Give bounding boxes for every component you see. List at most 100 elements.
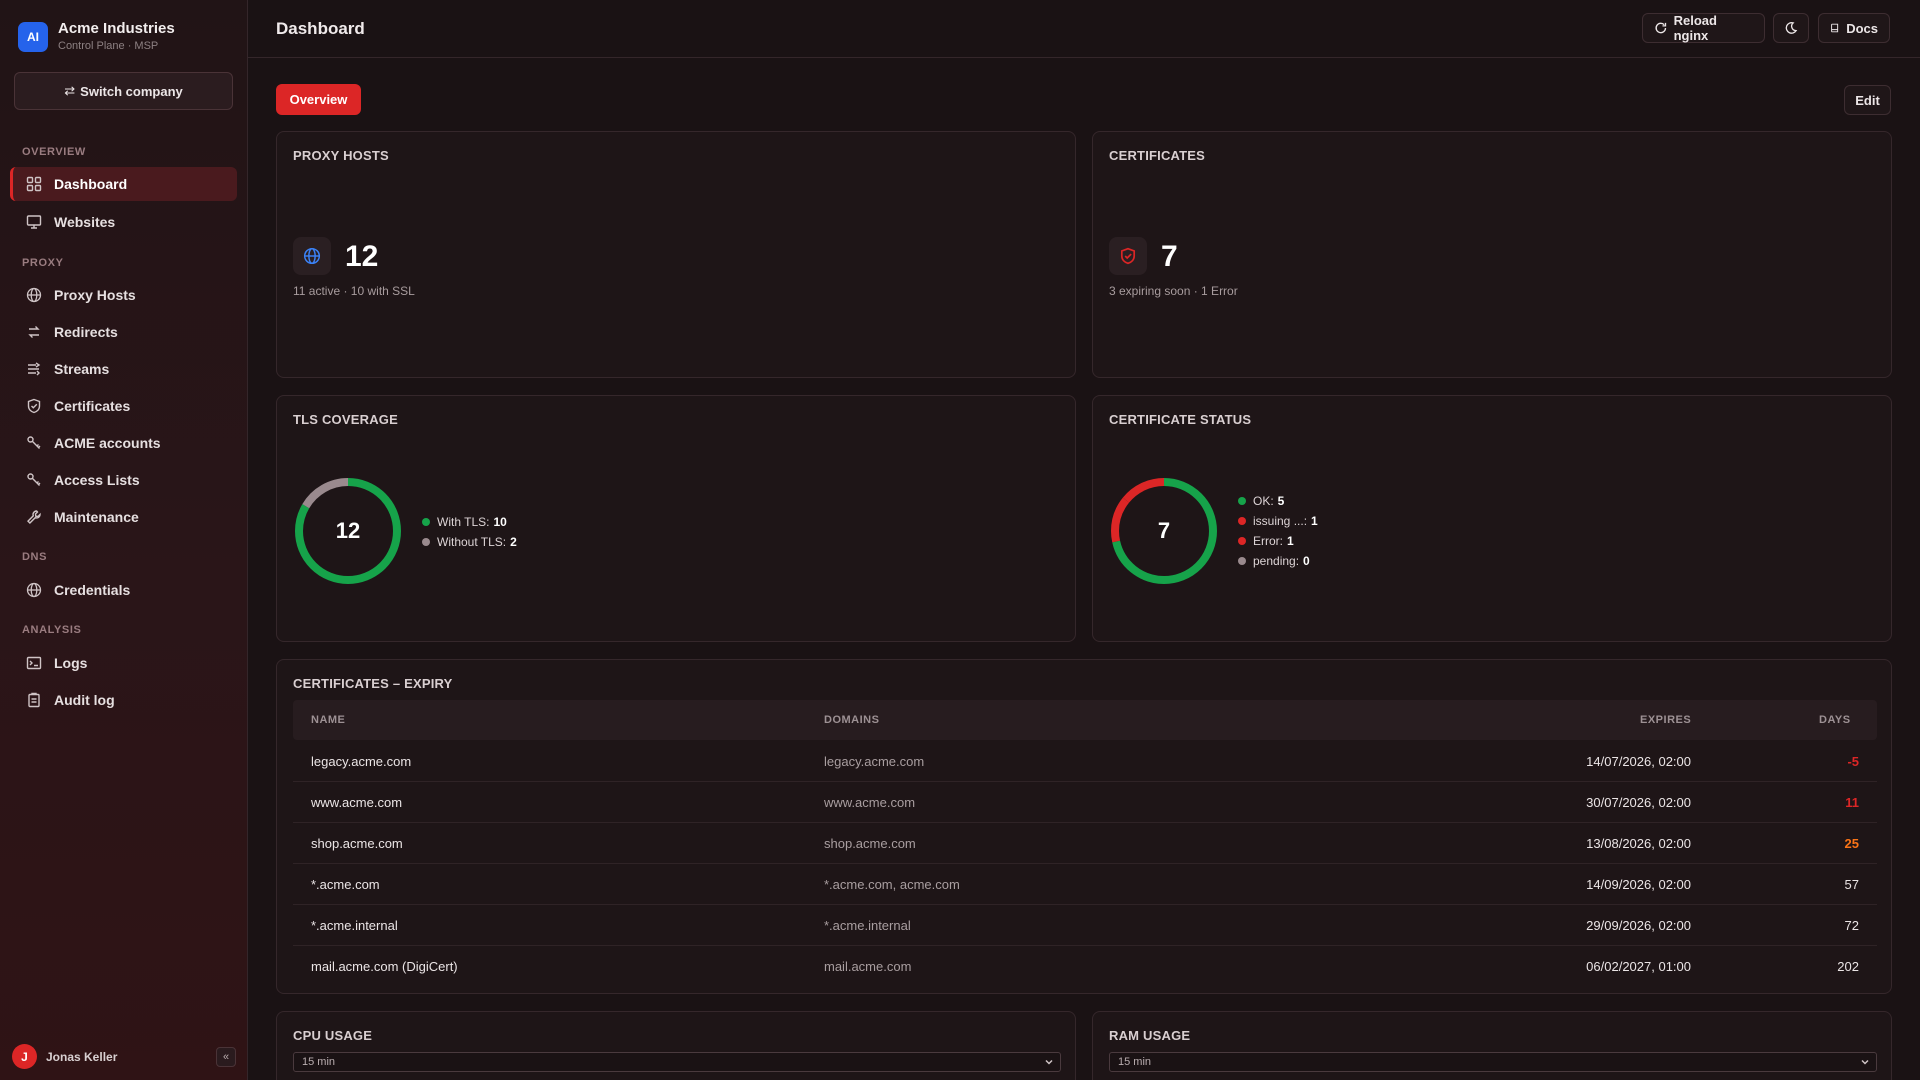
table-row[interactable]: www.acme.com www.acme.com 30/07/2026, 02… <box>293 782 1877 823</box>
cert-domains: mail.acme.com <box>824 959 912 974</box>
user-name: Jonas Keller <box>46 1049 118 1064</box>
tab-overview[interactable]: Overview <box>276 84 361 115</box>
moon-icon <box>1785 22 1798 34</box>
column-header-days[interactable]: DAYS <box>1819 714 1851 726</box>
sidebar-item-credentials[interactable]: Credentials <box>10 573 237 607</box>
topbar: Dashboard Reload nginx Docs <box>248 0 1920 58</box>
legend-item: issuing ...: 1 <box>1238 511 1318 531</box>
sidebar-item-streams[interactable]: Streams <box>10 352 237 386</box>
cert-expires: 29/09/2026, 02:00 <box>1586 918 1691 933</box>
cert-days: 25 <box>1844 836 1859 851</box>
theme-toggle-button[interactable] <box>1773 13 1809 43</box>
cert-name: mail.acme.com (DigiCert) <box>311 959 458 974</box>
column-header-name[interactable]: NAME <box>311 714 345 726</box>
sidebar-item-maintenance[interactable]: Maintenance <box>10 500 237 534</box>
cert-days: 57 <box>1844 877 1859 892</box>
proxy-hosts-count: 12 <box>345 240 379 273</box>
avatar: J <box>12 1044 37 1069</box>
cpu-range-select[interactable]: 15 min <box>293 1052 1061 1072</box>
brand-logo: AI <box>18 21 48 52</box>
table-row[interactable]: *.acme.com *.acme.com, acme.com 14/09/20… <box>293 864 1877 905</box>
collapse-sidebar-button[interactable]: « <box>216 1047 236 1067</box>
sidebar-item-logs[interactable]: Logs <box>10 646 237 680</box>
cert-name: shop.acme.com <box>311 836 403 851</box>
sidebar-item-dashboard[interactable]: Dashboard <box>10 167 237 201</box>
table-row[interactable]: shop.acme.com shop.acme.com 13/08/2026, … <box>293 823 1877 864</box>
sidebar-item-redirects[interactable]: Redirects <box>10 315 237 349</box>
sidebar-item-audit-log[interactable]: Audit log <box>10 683 237 717</box>
ram-range-select[interactable]: 15 min <box>1109 1052 1877 1072</box>
chevron-down-icon <box>1861 1059 1869 1065</box>
cert-expires: 06/02/2027, 01:00 <box>1586 959 1691 974</box>
sidebar-item-label: Access Lists <box>54 472 140 488</box>
legend-item: OK: 5 <box>1238 491 1318 511</box>
sidebar-item-certificates[interactable]: Certificates <box>10 389 237 423</box>
cert-domains: legacy.acme.com <box>824 754 925 769</box>
sidebar-item-websites[interactable]: Websites <box>10 205 237 239</box>
tls-total: 12 <box>335 518 361 543</box>
reload-nginx-button[interactable]: Reload nginx <box>1642 13 1765 43</box>
table-row[interactable]: mail.acme.com (DigiCert) mail.acme.com 0… <box>293 946 1877 987</box>
sidebar-item-label: Streams <box>54 361 110 377</box>
docs-label: Docs <box>1846 20 1878 36</box>
card-title: PROXY HOSTS <box>293 148 389 163</box>
legend-label: Without TLS: <box>437 535 507 549</box>
key-icon <box>26 472 42 488</box>
table-row[interactable]: *.acme.internal *.acme.internal 29/09/20… <box>293 905 1877 946</box>
edit-dashboard-button[interactable]: Edit <box>1844 85 1891 115</box>
cert-domains: *.acme.com, acme.com <box>824 877 960 892</box>
user-menu[interactable]: J Jonas Keller <box>12 1044 117 1069</box>
legend-value: 10 <box>493 515 507 529</box>
reload-nginx-label: Reload nginx <box>1673 13 1717 43</box>
cert-expires: 30/07/2026, 02:00 <box>1586 795 1691 810</box>
cert-days: 202 <box>1837 959 1859 974</box>
card-title: CERTIFICATE STATUS <box>1109 412 1252 427</box>
table-header: NAME DOMAINS EXPIRES DAYS <box>293 700 1877 740</box>
switch-company-label: Switch company <box>80 83 183 99</box>
legend-value: 1 <box>1311 514 1318 528</box>
brand-name: Acme Industries <box>58 20 175 37</box>
sidebar-item-label: Websites <box>54 214 116 230</box>
certificates-expiry-card: CERTIFICATES – EXPIRY NAME DOMAINS EXPIR… <box>276 659 1892 994</box>
sidebar-item-label: Audit log <box>54 692 115 708</box>
nav-section-analysis: ANALYSIS <box>22 624 82 636</box>
cert-domains: shop.acme.com <box>824 836 916 851</box>
legend-dot <box>422 518 430 526</box>
sidebar-item-label: ACME accounts <box>54 435 161 451</box>
sidebar-item-label: Redirects <box>54 324 118 340</box>
legend-label: Error: <box>1253 534 1283 548</box>
page-title: Dashboard <box>276 19 365 38</box>
brand[interactable]: AI Acme Industries Control Plane · MSP <box>18 20 175 53</box>
cert-days: -5 <box>1847 754 1859 769</box>
switch-company-button[interactable]: ⇄ Switch company <box>14 72 233 110</box>
docs-button[interactable]: Docs <box>1818 13 1890 43</box>
sidebar-item-access-lists[interactable]: Access Lists <box>10 463 237 497</box>
nav-section-dns: DNS <box>22 551 48 563</box>
cert-domains: *.acme.internal <box>824 918 911 933</box>
legend-value: 2 <box>510 535 517 549</box>
nav-section-proxy: PROXY <box>22 257 64 269</box>
proxy-hosts-card[interactable]: PROXY HOSTS 12 11 active · 10 with SSL <box>276 131 1076 378</box>
table-row[interactable]: legacy.acme.com legacy.acme.com 14/07/20… <box>293 741 1877 782</box>
chevron-down-icon <box>1045 1059 1053 1065</box>
cert-name: *.acme.com <box>311 877 380 892</box>
card-title: CERTIFICATES <box>1109 148 1206 163</box>
certificates-card[interactable]: CERTIFICATES 7 3 expiring soon · 1 Error <box>1092 131 1892 378</box>
nav-section-overview: OVERVIEW <box>22 146 86 158</box>
card-title: TLS COVERAGE <box>293 412 398 427</box>
tls-coverage-card: TLS COVERAGE 12 With TLS: 10 Without TLS… <box>276 395 1076 642</box>
globe-icon <box>26 287 42 303</box>
card-title: CPU USAGE <box>293 1028 373 1043</box>
key-icon <box>26 435 42 451</box>
legend-value: 0 <box>1303 554 1310 568</box>
cert-name: legacy.acme.com <box>311 754 412 769</box>
column-header-expires[interactable]: EXPIRES <box>1640 714 1691 726</box>
sidebar-item-label: Maintenance <box>54 509 139 525</box>
sidebar-item-proxy-hosts[interactable]: Proxy Hosts <box>10 278 237 312</box>
legend-label: OK: <box>1253 494 1274 508</box>
sidebar-item-label: Certificates <box>54 398 131 414</box>
column-header-domains[interactable]: DOMAINS <box>824 714 879 726</box>
legend-item: With TLS: 10 <box>422 512 517 532</box>
monitor-icon <box>26 214 42 230</box>
sidebar-item-acme-accounts[interactable]: ACME accounts <box>10 426 237 460</box>
